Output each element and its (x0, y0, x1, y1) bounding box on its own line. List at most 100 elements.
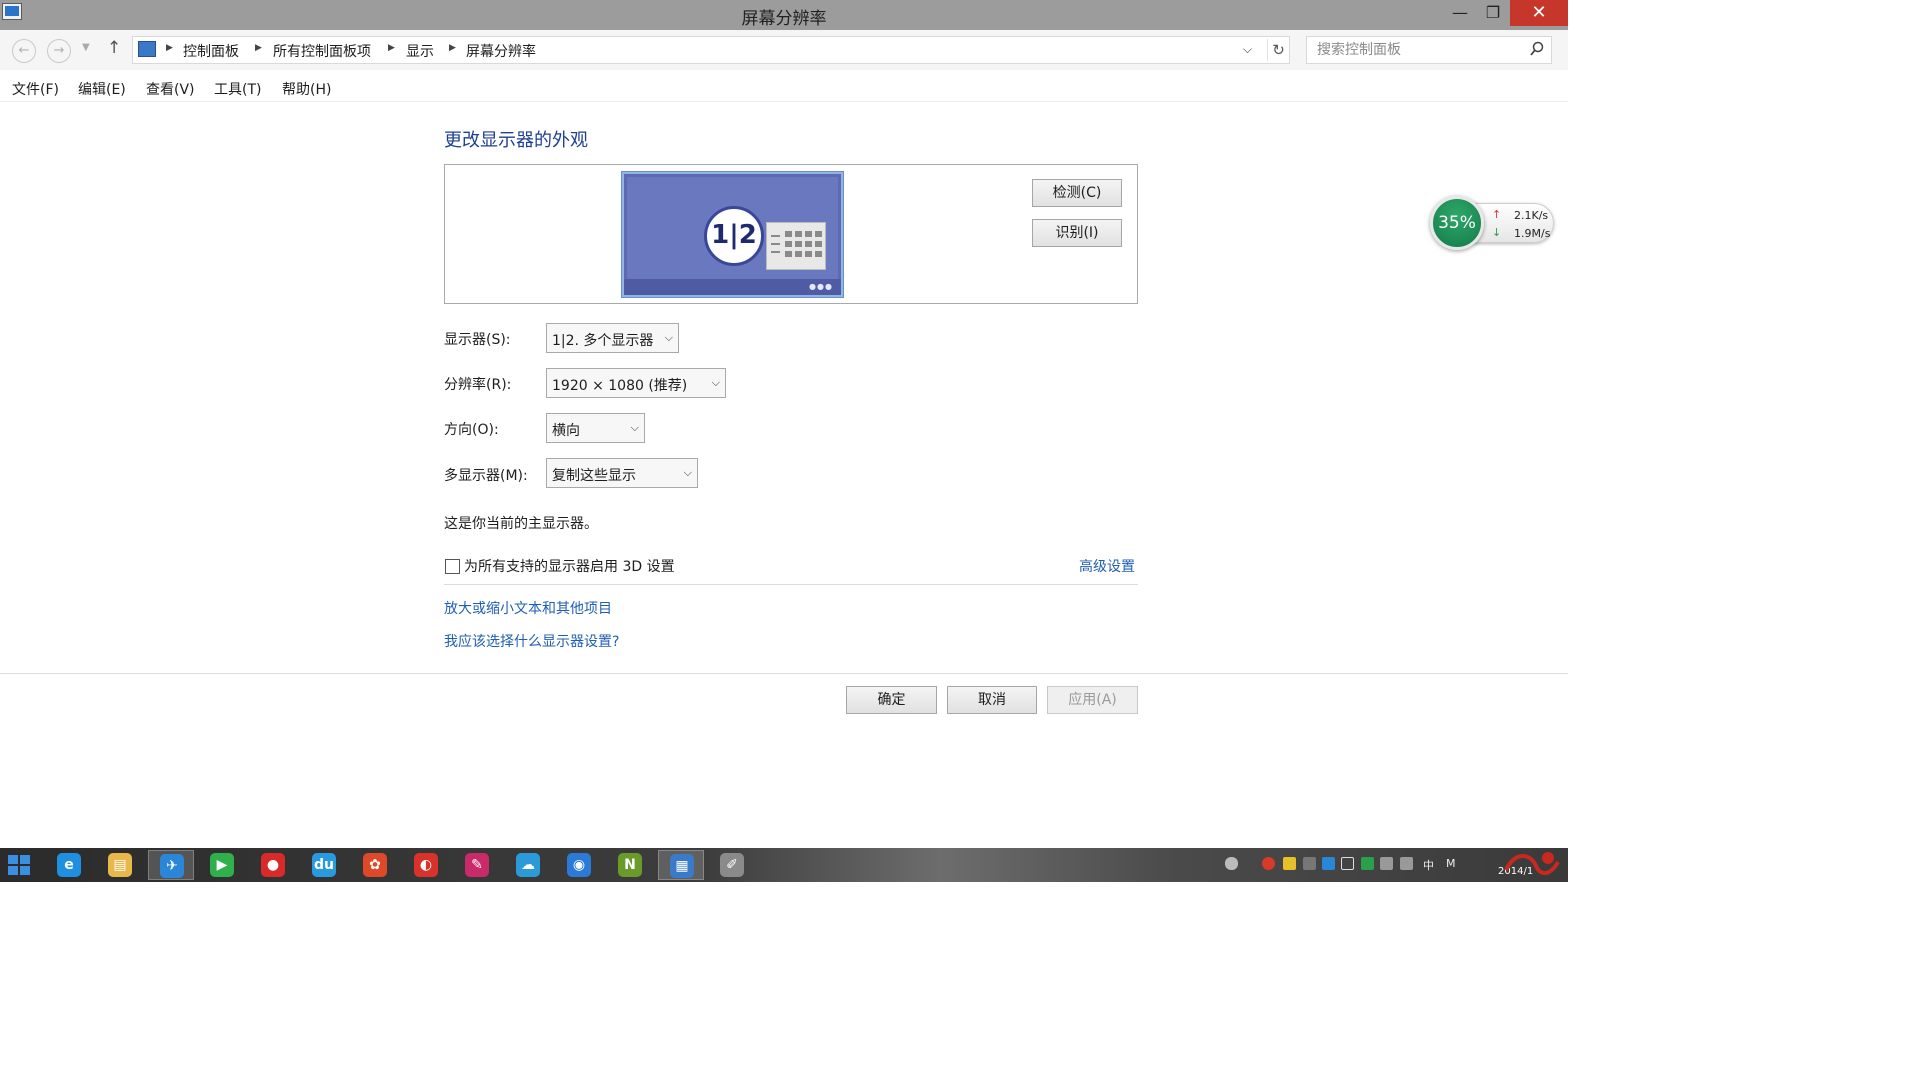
breadcrumb-display[interactable]: 显示 (406, 41, 434, 61)
windows-start-icon[interactable] (8, 855, 30, 875)
download-arrow-icon: ↓ (1492, 226, 1502, 239)
window-title: 屏幕分辨率 (741, 9, 827, 29)
breadcrumb-separator-icon[interactable]: ▶ (255, 43, 262, 53)
back-button[interactable]: ← (12, 39, 36, 63)
cloud-tray-icon[interactable] (1225, 857, 1238, 870)
menu-edit[interactable]: 编辑(E) (78, 79, 126, 99)
speed-percent: 35% (1430, 196, 1484, 250)
monitor-taskbar: ●●● (624, 279, 841, 295)
address-bar[interactable]: ▶ 控制面板 ▶ 所有控制面板项 ▶ 显示 ▶ 屏幕分辨率 ⌵ ↻ (132, 36, 1290, 64)
shield-tray-icon[interactable] (1361, 857, 1374, 870)
breadcrumb-all-items[interactable]: 所有控制面板项 (273, 41, 371, 61)
maximize-button[interactable]: ❐ (1476, 0, 1510, 26)
menu-view[interactable]: 查看(V) (146, 79, 195, 99)
monitor-number-badge: 1|2 (704, 206, 764, 266)
chevron-down-icon: ⌵ (711, 376, 720, 389)
keyboard-tray-icon[interactable] (1303, 857, 1316, 870)
breadcrumb-separator-icon[interactable]: ▶ (388, 43, 395, 53)
refresh-icon[interactable]: ↻ (1267, 39, 1289, 61)
cancel-button[interactable]: 取消 (947, 686, 1037, 714)
breadcrumb-screen-resolution[interactable]: 屏幕分辨率 (466, 41, 536, 61)
apply-button[interactable]: 应用(A) (1047, 686, 1138, 714)
upload-speed: 2.1K/s (1514, 209, 1549, 222)
upload-arrow-icon: ↑ (1492, 208, 1502, 221)
taskbar-app-paint-app[interactable]: ✐ (709, 850, 755, 880)
enable-3d-checkbox[interactable] (445, 559, 460, 574)
identify-button[interactable]: 识别(I) (1032, 219, 1122, 247)
enable-3d-label[interactable]: 为所有支持的显示器启用 3D 设置 (464, 556, 675, 576)
taskbar-app-nvidia-app[interactable]: N (607, 850, 653, 880)
menu-bar: 文件(F) 编辑(E) 查看(V) 工具(T) 帮助(H) (0, 72, 1568, 102)
multiple-displays-select[interactable]: 复制这些显示 ⌵ (546, 458, 698, 488)
volume-icon[interactable] (1400, 857, 1413, 870)
ime-mode-indicator[interactable]: M (1446, 857, 1456, 873)
app-tray-icon[interactable] (1283, 857, 1296, 870)
media-player-icon: ▶ (210, 853, 234, 877)
detect-button[interactable]: 检测(C) (1032, 179, 1122, 207)
address-dropdown-icon[interactable]: ⌵ (1243, 42, 1252, 57)
breadcrumb-control-panel[interactable]: 控制面板 (183, 41, 239, 61)
taskbar-app-music-player[interactable]: ● (250, 850, 296, 880)
taskbar-app-internet-explorer[interactable]: e (46, 850, 92, 880)
recent-locations-dropdown[interactable]: ▼ (82, 42, 90, 53)
swirl-app-icon: ◐ (414, 853, 438, 877)
taskbar-app-baidu-cloud[interactable]: du (301, 850, 347, 880)
chevron-down-icon: ⌵ (630, 421, 639, 434)
search-box[interactable] (1306, 36, 1552, 64)
advanced-settings-link[interactable]: 高级设置 (1079, 556, 1135, 576)
divider (444, 584, 1138, 585)
taskbar-app-file-explorer[interactable]: ▤ (97, 850, 143, 880)
network-icon[interactable] (1380, 857, 1393, 870)
dots-icon: ●●● (809, 282, 833, 291)
up-button[interactable]: ↑ (107, 38, 121, 58)
display-help-link[interactable]: 我应该选择什么显示器设置? (444, 631, 619, 651)
internet-explorer-icon: e (57, 853, 81, 877)
menu-tools[interactable]: 工具(T) (214, 79, 261, 99)
taskbar: e ▤ ✈ ▶ ● du ✿ ◐ ✎ ☁ ◉ N ▦ ✐ 中 M 2014/1 (0, 848, 1568, 882)
orientation-label: 方向(O): (444, 422, 499, 438)
chevron-down-icon: ⌵ (664, 331, 673, 344)
display-select[interactable]: 1|2. 多个显示器 ⌵ (546, 323, 679, 353)
navigation-bar: ← → ▼ ↑ ▶ 控制面板 ▶ 所有控制面板项 ▶ 显示 ▶ 屏幕分辨率 ⌵ … (0, 30, 1568, 70)
baidu-cloud-icon: du (312, 853, 336, 877)
taskbar-app-flower-app[interactable]: ✿ (352, 850, 398, 880)
taskbar-app-swirl-app[interactable]: ◐ (403, 850, 449, 880)
forward-button[interactable]: → (47, 39, 71, 63)
orientation-select[interactable]: 横向 ⌵ (546, 413, 645, 443)
title-bar: 屏幕分辨率 — ❐ ✕ (0, 0, 1568, 30)
taskbar-app-pen-app[interactable]: ✎ (454, 850, 500, 880)
keypad-icon (766, 222, 826, 270)
corner-logo-icon (1504, 852, 1560, 875)
paint-app-icon: ✐ (720, 853, 744, 877)
taskbar-app-media-player[interactable]: ▶ (199, 850, 245, 880)
taskbar-app-mail-app[interactable]: ✈ (148, 850, 194, 880)
breadcrumb-separator-icon[interactable]: ▶ (166, 43, 173, 53)
search-input[interactable] (1317, 41, 1517, 59)
ok-button[interactable]: 确定 (846, 686, 937, 714)
chevron-down-icon: ⌵ (683, 466, 692, 479)
text-size-link[interactable]: 放大或缩小文本和其他项目 (444, 598, 612, 618)
divider (0, 673, 1568, 674)
download-speed: 1.9M/s (1514, 227, 1551, 240)
taskbar-app-cloud-app[interactable]: ☁ (505, 850, 551, 880)
mail-app-icon: ✈ (160, 854, 184, 878)
taskbar-app-control-panel[interactable]: ▦ (658, 850, 704, 880)
menu-help[interactable]: 帮助(H) (282, 79, 331, 99)
network-speed-widget[interactable]: 35% ↑ 2.1K/s ↓ 1.9M/s (1430, 196, 1558, 250)
resolution-select[interactable]: 1920 × 1080 (推荐) ⌵ (546, 368, 726, 398)
taskbar-app-chat-app[interactable]: ◉ (556, 850, 602, 880)
close-button[interactable]: ✕ (1510, 0, 1568, 26)
multiple-displays-select-value: 复制这些显示 (552, 468, 636, 484)
primary-display-note: 这是你当前的主显示器。 (444, 516, 598, 532)
security-tray-icon[interactable] (1262, 857, 1275, 870)
monitor-preview[interactable]: 1|2 ●●● (622, 172, 843, 297)
g-tray-icon[interactable] (1341, 857, 1354, 870)
minimize-button[interactable]: — (1443, 0, 1477, 26)
update-tray-icon[interactable] (1322, 857, 1335, 870)
control-panel-icon (138, 41, 156, 57)
menu-file[interactable]: 文件(F) (12, 79, 59, 99)
breadcrumb-separator-icon[interactable]: ▶ (449, 43, 456, 53)
chat-app-icon: ◉ (567, 853, 591, 877)
ime-indicator[interactable]: 中 (1423, 857, 1434, 873)
search-icon[interactable] (1529, 41, 1545, 57)
